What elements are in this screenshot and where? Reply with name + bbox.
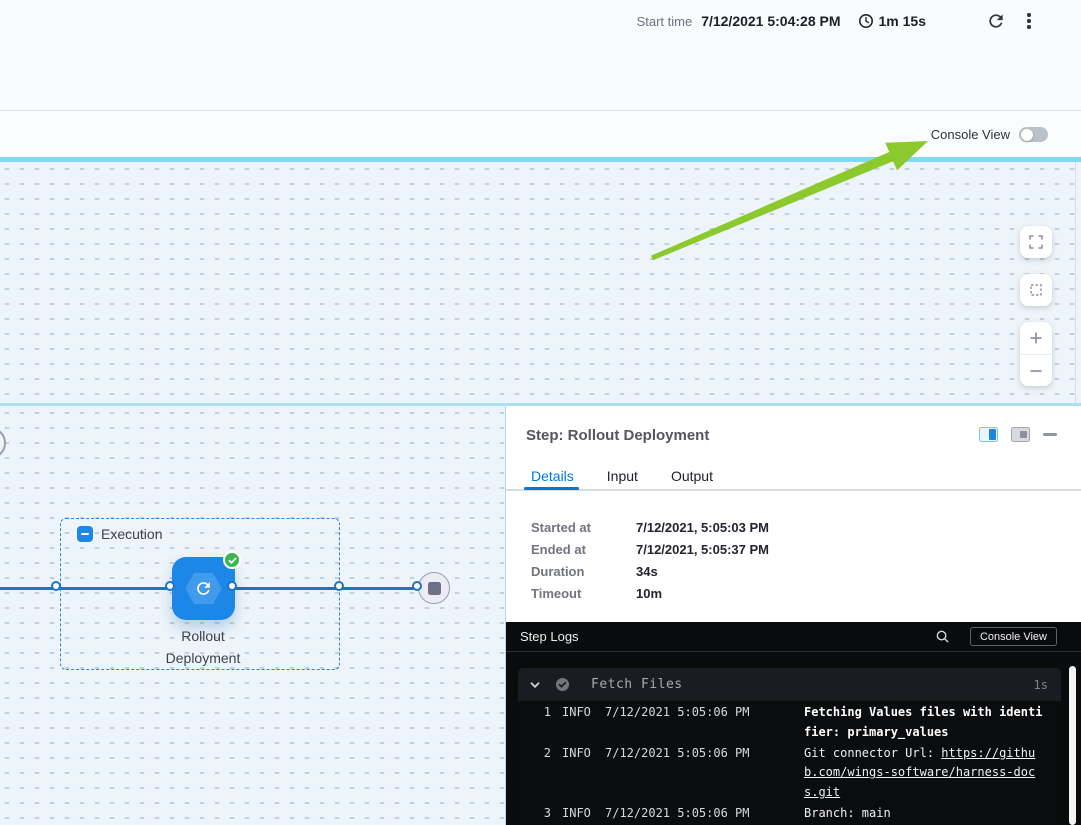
stage-canvas[interactable]: [0, 162, 1081, 403]
step-details-panel: Step: Rollout Deployment Details Input O…: [505, 406, 1081, 825]
fullscreen-button[interactable]: [1020, 226, 1052, 258]
log-section-duration: 1s: [1034, 678, 1048, 692]
kebab-menu-button[interactable]: [1017, 9, 1041, 33]
start-time-value: 7/12/2021 5:04:28 PM: [701, 13, 840, 29]
check-icon: [228, 556, 237, 565]
console-view-toggle[interactable]: [1019, 127, 1048, 142]
log-timestamp: 7/12/2021 5:05:06 PM: [605, 703, 753, 743]
log-level: INFO: [562, 703, 596, 743]
panel-tabs: Details Input Output: [531, 468, 713, 484]
logs-divider: [506, 651, 1081, 652]
step-logs-title: Step Logs: [520, 629, 935, 644]
log-row: 3 INFO 7/12/2021 5:05:06 PM Branch: main: [518, 804, 1061, 824]
collapse-group-chip[interactable]: [77, 526, 93, 542]
log-timestamp: 7/12/2021 5:05:06 PM: [605, 804, 753, 824]
zoom-in-out-group: [1020, 322, 1052, 386]
minus-icon: [81, 533, 89, 535]
connector-port: [51, 581, 61, 591]
log-scrollbar[interactable]: [1069, 666, 1076, 825]
detail-row: Duration 34s: [531, 564, 769, 579]
tab-details[interactable]: Details: [531, 468, 574, 484]
pipeline-execution-screen: Start time 7/12/2021 5:04:28 PM 1m 15s C…: [0, 0, 1081, 825]
previous-node-arc: [0, 427, 6, 459]
duration-value: 1m 15s: [879, 13, 926, 29]
graph-toolbar: Console View: [0, 112, 1081, 157]
active-tab-underline: [524, 487, 579, 490]
canvas-right-edge: [1075, 162, 1076, 403]
log-line-number: 3: [518, 804, 551, 824]
node-label: Rollout Deployment: [128, 625, 278, 669]
log-row: 1 INFO 7/12/2021 5:05:06 PM Fetching Val…: [518, 703, 1061, 743]
log-search-button[interactable]: [935, 629, 950, 644]
log-section-fetch-files: Fetch Files 1s 1 INFO 7/12/2021 5:05:06 …: [518, 668, 1061, 825]
log-message: Git connector Url: https://github.com/wi…: [804, 744, 1044, 803]
stop-icon: [428, 582, 441, 595]
tabs-divider: [506, 489, 1081, 491]
log-lines: 1 INFO 7/12/2021 5:05:06 PM Fetching Val…: [518, 701, 1061, 824]
toggle-knob: [1021, 129, 1033, 141]
panel-title: Step: Rollout Deployment: [526, 427, 709, 444]
split-fill: [1020, 431, 1027, 438]
check-circle-icon: [555, 677, 570, 692]
detail-value: 7/12/2021, 5:05:37 PM: [636, 542, 769, 557]
log-level: INFO: [562, 804, 596, 824]
console-view-label: Console View: [931, 127, 1010, 142]
step-logs-panel: Step Logs Console View Fetch: [506, 622, 1081, 825]
detail-row: Ended at 7/12/2021, 5:05:37 PM: [531, 542, 769, 557]
fit-view-icon: [1028, 282, 1044, 298]
log-section-header[interactable]: Fetch Files 1s: [518, 668, 1061, 701]
log-line-number: 2: [518, 744, 551, 803]
tab-output[interactable]: Output: [671, 468, 713, 484]
log-message: Branch: main: [804, 804, 1044, 824]
console-view-button[interactable]: Console View: [970, 627, 1057, 646]
rollout-refresh-icon: [194, 579, 213, 598]
detail-label: Started at: [531, 520, 636, 535]
zoom-out-icon: [1028, 363, 1044, 379]
log-message: Fetching Values files with identifier: p…: [804, 703, 1044, 743]
tab-input[interactable]: Input: [607, 468, 638, 484]
log-section-name: Fetch Files: [591, 677, 683, 692]
refresh-icon: [986, 11, 1006, 31]
connector-port: [165, 581, 175, 591]
success-badge: [223, 551, 241, 569]
detail-value: 7/12/2021, 5:05:03 PM: [636, 520, 769, 535]
log-row: 2 INFO 7/12/2021 5:05:06 PM Git connecto…: [518, 744, 1061, 803]
zoom-in-button[interactable]: [1020, 322, 1052, 354]
step-hexagon: [185, 572, 223, 606]
connector-port: [412, 581, 422, 591]
clock-icon: [858, 13, 874, 29]
step-details-list: Started at 7/12/2021, 5:05:03 PM Ended a…: [531, 520, 769, 608]
fit-view-button[interactable]: [1020, 274, 1052, 306]
log-level: INFO: [562, 744, 596, 803]
start-time-label: Start time: [637, 14, 693, 29]
fullscreen-icon: [1028, 234, 1044, 250]
refresh-button[interactable]: [984, 9, 1008, 33]
chevron-down-icon[interactable]: [529, 679, 541, 691]
zoom-out-button[interactable]: [1020, 354, 1052, 386]
split-view-right-button[interactable]: [979, 427, 998, 442]
stop-node: [418, 572, 450, 604]
execution-canvas[interactable]: Execution Rollout Deployment: [0, 406, 506, 825]
minimize-panel-button[interactable]: [1043, 433, 1057, 436]
log-line-number: 1: [518, 703, 551, 743]
search-icon: [935, 629, 950, 644]
execution-group-label: Execution: [101, 526, 162, 542]
split-view-bottom-button[interactable]: [1011, 427, 1030, 442]
connector-port: [227, 581, 237, 591]
detail-row: Started at 7/12/2021, 5:05:03 PM: [531, 520, 769, 535]
detail-value: 10m: [636, 586, 662, 601]
zoom-in-icon: [1028, 330, 1044, 346]
detail-row: Timeout 10m: [531, 586, 769, 601]
detail-label: Duration: [531, 564, 636, 579]
log-timestamp: 7/12/2021 5:05:06 PM: [605, 744, 753, 803]
detail-label: Ended at: [531, 542, 636, 557]
connector-port: [334, 581, 344, 591]
execution-topbar: Start time 7/12/2021 5:04:28 PM 1m 15s: [0, 0, 1081, 111]
split-fill: [989, 429, 996, 440]
detail-value: 34s: [636, 564, 658, 579]
detail-label: Timeout: [531, 586, 636, 601]
